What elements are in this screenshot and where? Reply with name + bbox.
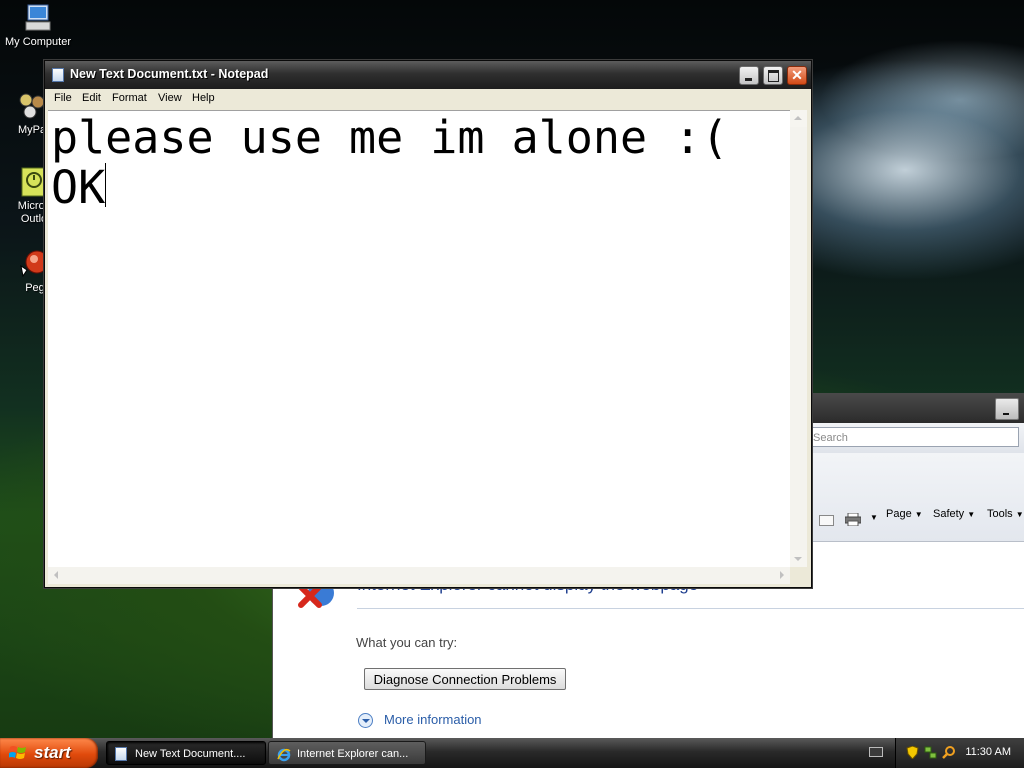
scroll-left-arrow-icon[interactable] (48, 567, 65, 584)
window-title: New Text Document.txt - Notepad (70, 67, 269, 81)
page-menu[interactable]: Page ▼ (886, 508, 923, 520)
keyboard-icon[interactable] (869, 747, 883, 757)
what-you-can-try-label: What you can try: (356, 635, 458, 650)
shield-icon[interactable] (906, 745, 919, 760)
start-button[interactable]: start (0, 738, 98, 768)
divider (357, 608, 1024, 609)
notepad-icon[interactable] (52, 68, 64, 82)
search-input[interactable]: Search (809, 427, 1019, 447)
notepad-window[interactable]: New Text Document.txt - Notepad ✕ File E… (44, 60, 812, 588)
notepad-icon (115, 747, 127, 761)
ie-icon (277, 747, 291, 762)
vertical-scrollbar[interactable] (790, 110, 807, 567)
horizontal-scrollbar[interactable] (48, 567, 790, 584)
taskbar-button-notepad[interactable]: New Text Document.... (106, 741, 266, 765)
desktop-icon-my-computer[interactable]: My Computer (0, 2, 76, 49)
text-caret (105, 163, 107, 207)
taskbar-button-ie[interactable]: Internet Explorer can... (268, 741, 426, 765)
more-information-link[interactable]: More information (384, 712, 482, 727)
menu-bar: File Edit Format View Help (45, 89, 811, 109)
menu-file[interactable]: File (54, 92, 72, 104)
menu-view[interactable]: View (158, 92, 182, 104)
minimize-button[interactable] (739, 66, 759, 85)
network-icon[interactable] (924, 746, 937, 759)
my-computer-icon (22, 2, 54, 34)
menu-edit[interactable]: Edit (82, 92, 101, 104)
close-button[interactable]: ✕ (787, 66, 807, 85)
taskbar-button-label: Internet Explorer can... (297, 748, 409, 760)
desktop-icon-label: My Computer (4, 36, 72, 48)
chevron-down-icon: ▼ (967, 510, 976, 519)
print-icon[interactable] (844, 512, 862, 527)
expand-icon[interactable] (358, 713, 373, 728)
scroll-right-arrow-icon[interactable] (773, 567, 790, 584)
tools-menu-label: Tools (987, 508, 1013, 520)
clock[interactable]: 11:30 AM (965, 746, 1011, 758)
taskbar-button-label: New Text Document.... (135, 748, 246, 760)
tools-menu[interactable]: Tools ▼ (987, 508, 1024, 520)
chevron-down-icon: ▼ (1015, 510, 1024, 519)
print-dropdown-arrow[interactable]: ▼ (870, 513, 878, 522)
scroll-up-arrow-icon[interactable] (790, 110, 807, 127)
ie-minimize-button[interactable] (995, 398, 1019, 420)
menu-help[interactable]: Help (192, 92, 215, 104)
scroll-down-arrow-icon[interactable] (790, 550, 807, 567)
safety-menu[interactable]: Safety ▼ (933, 508, 975, 520)
notepad-title-bar[interactable]: New Text Document.txt - Notepad ✕ (45, 61, 811, 89)
resize-grip[interactable] (790, 567, 807, 584)
menu-format[interactable]: Format (112, 92, 147, 104)
text-line-2: OK (51, 161, 107, 214)
text-line-1: please use me im alone :( (51, 111, 729, 164)
read-mail-icon[interactable] (819, 515, 834, 526)
chevron-down-icon: ▼ (914, 510, 923, 519)
text-line-2-content: OK (51, 161, 106, 214)
safety-menu-label: Safety (933, 508, 965, 520)
search-icon[interactable] (942, 746, 955, 759)
text-editor[interactable]: please use me im alone :( OK (48, 110, 790, 583)
diagnose-connection-button[interactable]: Diagnose Connection Problems (364, 668, 566, 690)
maximize-button[interactable] (763, 66, 783, 85)
close-icon: ✕ (791, 67, 803, 83)
windows-logo-icon (8, 745, 27, 761)
system-tray: 11:30 AM (895, 738, 1024, 768)
page-menu-label: Page (886, 508, 912, 520)
start-label: start (34, 743, 71, 762)
